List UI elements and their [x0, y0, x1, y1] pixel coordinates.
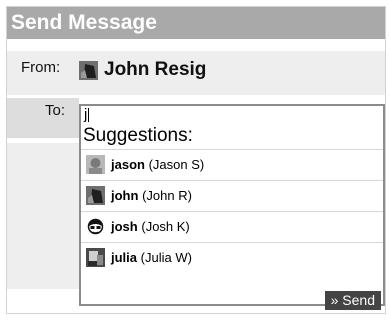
user-avatar-icon: [86, 155, 105, 174]
user-avatar-icon: [86, 186, 105, 205]
suggestion-item-john[interactable]: john (John R): [81, 180, 383, 211]
send-message-panel: Send Message From: John Resig To: j Sugg…: [6, 6, 386, 314]
from-row: From: John Resig: [7, 51, 385, 95]
suggestions-list: jason (Jason S) john (John R) josh (Josh…: [81, 149, 383, 273]
suggestions-title: Suggestions:: [83, 125, 193, 146]
to-label: To:: [45, 102, 66, 119]
suggestion-fullname: (John R): [142, 188, 192, 203]
suggestion-item-josh[interactable]: josh (Josh K): [81, 211, 383, 242]
from-label: From:: [21, 59, 61, 76]
page-title: Send Message: [7, 7, 385, 39]
suggestion-item-jason[interactable]: jason (Jason S): [81, 149, 383, 180]
suggestion-fullname: (Jason S): [148, 157, 205, 172]
from-name: John Resig: [104, 59, 207, 80]
send-button[interactable]: » Send: [324, 291, 381, 310]
user-avatar-icon: [86, 248, 105, 267]
user-avatar-icon: [79, 61, 98, 80]
recipient-autocomplete[interactable]: j Suggestions: jason (Jason S) john (Joh…: [79, 104, 385, 306]
suggestion-item-julia[interactable]: julia (Julia W): [81, 242, 383, 273]
to-row: To: j Suggestions: jason (Jason S) john …: [7, 98, 385, 306]
suggestion-username: jason: [111, 157, 145, 172]
to-label-block: To:: [7, 98, 79, 138]
suggestion-username: julia: [111, 250, 138, 265]
suggestion-fullname: (Josh K): [141, 219, 190, 234]
suggestion-username: josh: [111, 219, 138, 234]
user-avatar-icon: [86, 217, 105, 236]
suggestion-fullname: (Julia W): [140, 250, 192, 265]
text-caret: [88, 108, 90, 123]
recipient-input-value: j: [84, 106, 88, 123]
suggestion-username: john: [111, 188, 139, 203]
recipient-input[interactable]: j: [84, 106, 90, 123]
